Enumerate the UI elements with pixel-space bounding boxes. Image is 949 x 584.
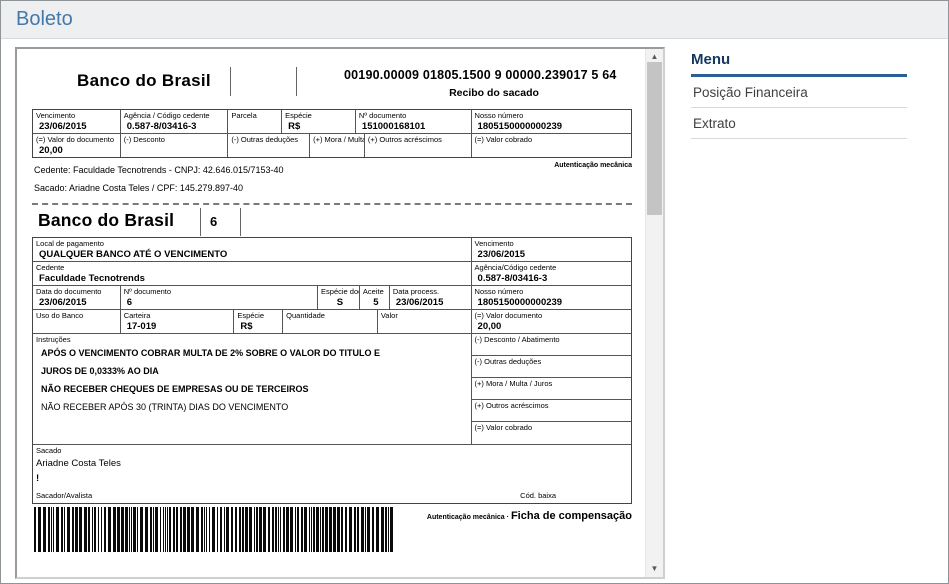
field-especie: Espécie R$ bbox=[282, 110, 356, 133]
field-outros-acrescimos: (+) Outros acréscimos bbox=[472, 400, 631, 422]
field-outros-acrescimos: (+) Outros acréscimos bbox=[365, 134, 472, 157]
scrollbar-thumb[interactable] bbox=[647, 62, 662, 215]
receipt-parties: Cedente: Faculdade Tecnotrends - CNPJ: 4… bbox=[32, 158, 632, 202]
field-aceite: Aceite 5 bbox=[360, 286, 390, 309]
field-cedente: Cedente Faculdade Tecnotrends bbox=[33, 262, 472, 285]
cedente-line: Cedente: Faculdade Tecnotrends - CNPJ: 4… bbox=[34, 165, 632, 175]
digitable-line: 00190.00009 01805.1500 9 00000.239017 5 … bbox=[344, 68, 617, 82]
field-instrucoes: Instruções APÓS O VENCIMENTO COBRAR MULT… bbox=[33, 334, 472, 444]
field-agencia-codigo-cedente: Agência / Código cedente 0.587-8/03416-3 bbox=[121, 110, 229, 133]
table-row: Local de pagamento QUALQUER BANCO ATÉ O … bbox=[33, 238, 631, 262]
field-valor-documento: (=) Valor documento 20,00 bbox=[472, 310, 631, 333]
table-row: Cedente Faculdade Tecnotrends Agência/Có… bbox=[33, 262, 631, 286]
bank-name: Banco do Brasil bbox=[38, 210, 174, 231]
field-valor-documento: (=) Valor do documento 20,00 bbox=[33, 134, 121, 157]
instruction-line: JUROS DE 0,0333% AO DIA bbox=[41, 366, 471, 376]
arrow-up-icon: ▲ bbox=[651, 52, 659, 61]
receipt-title: Recibo do sacado bbox=[344, 87, 644, 99]
divider bbox=[240, 208, 241, 236]
field-desconto: (-) Desconto bbox=[121, 134, 229, 157]
field-valor: Valor bbox=[378, 310, 472, 333]
sacado-line: Sacado: Ariadne Costa Teles / CPF: 145.2… bbox=[34, 183, 632, 193]
table-row: (=) Valor do documento 20,00 (-) Descont… bbox=[33, 134, 631, 157]
page-title: Boleto bbox=[1, 1, 73, 31]
table-row: Instruções APÓS O VENCIMENTO COBRAR MULT… bbox=[33, 334, 631, 445]
field-data-process: Data process. 23/06/2015 bbox=[390, 286, 472, 309]
barcode bbox=[34, 507, 396, 552]
field-mora-multa-juros: (+) Mora / Multa / Juros bbox=[472, 378, 631, 400]
field-especie: Espécie R$ bbox=[234, 310, 283, 333]
ficha-table: Local de pagamento QUALQUER BANCO ATÉ O … bbox=[32, 237, 632, 504]
auth-label: Autenticação mecânica bbox=[554, 162, 632, 169]
table-row: Data do documento 23/06/2015 Nº document… bbox=[33, 286, 631, 310]
field-local-pagamento: Local de pagamento QUALQUER BANCO ATÉ O … bbox=[33, 238, 472, 261]
vertical-scrollbar[interactable]: ▲ ▼ bbox=[645, 49, 663, 577]
field-nosso-numero: Nosso número 1805150000000239 bbox=[472, 110, 631, 133]
field-nosso-numero: Nosso número 1805150000000239 bbox=[472, 286, 631, 309]
ficha-compensacao-label: Ficha de compensação bbox=[511, 510, 632, 522]
separator: · bbox=[507, 514, 509, 521]
field-carteira: Carteira 17-019 bbox=[121, 310, 235, 333]
field-outras-deducoes: (-) Outras deduções bbox=[472, 356, 631, 378]
field-especie-doc: Espécie doc. S bbox=[318, 286, 360, 309]
boleto-preview-panel: Banco do Brasil 00190.00009 01805.1500 9… bbox=[15, 47, 665, 579]
arrow-down-icon: ▼ bbox=[651, 564, 659, 573]
sidebar-menu: Menu Posição Financeira Extrato bbox=[691, 51, 907, 139]
ficha-footer: Autenticação mecânica · Ficha de compens… bbox=[32, 507, 632, 559]
bank-name: Banco do Brasil bbox=[77, 71, 211, 91]
page-header: Boleto bbox=[1, 1, 948, 39]
receipt-header: Banco do Brasil 00190.00009 01805.1500 9… bbox=[32, 63, 632, 109]
field-mora-multa-juros: (+) Mora / Multa / Juros bbox=[310, 134, 365, 157]
field-vencimento: Vencimento 23/06/2015 bbox=[472, 238, 631, 261]
instruction-line: NÃO RECEBER CHEQUES DE EMPRESAS OU DE TE… bbox=[41, 384, 471, 394]
field-vencimento: Vencimento 23/06/2015 bbox=[33, 110, 121, 133]
sacado-extra: ! bbox=[36, 473, 631, 484]
cod-baixa-label: Cód. baixa bbox=[520, 491, 556, 500]
instruction-line: APÓS O VENCIMENTO COBRAR MULTA DE 2% SOB… bbox=[41, 348, 471, 358]
sacador-avalista-label: Sacador/Avalista bbox=[36, 491, 92, 500]
auth-label: Autenticação mecânica bbox=[427, 514, 505, 521]
field-valor-cobrado: (=) Valor cobrado bbox=[472, 134, 631, 157]
bank-code: 6 bbox=[210, 214, 217, 229]
field-outras-deducoes: (-) Outras deduções bbox=[228, 134, 310, 157]
boleto-scroll-area[interactable]: Banco do Brasil 00190.00009 01805.1500 9… bbox=[17, 49, 646, 577]
field-sacado: Sacado Ariadne Costa Teles ! Sacador/Ava… bbox=[33, 445, 631, 503]
field-quantidade: Quantidade bbox=[283, 310, 378, 333]
sacado-name: Ariadne Costa Teles bbox=[36, 458, 631, 469]
divider bbox=[200, 208, 201, 236]
table-row: Uso do Banco Carteira 17-019 Espécie R$ … bbox=[33, 310, 631, 334]
scroll-down-button[interactable]: ▼ bbox=[646, 561, 663, 577]
menu-item-extrato[interactable]: Extrato bbox=[691, 108, 907, 139]
field-parcela: Parcela bbox=[228, 110, 282, 133]
field-data-documento: Data do documento 23/06/2015 bbox=[33, 286, 121, 309]
field-numero-documento: Nº documento 6 bbox=[121, 286, 318, 309]
field-agencia-codigo-cedente: Agência/Código cedente 0.587-8/03416-3 bbox=[472, 262, 631, 285]
ficha-footer-labels: Autenticação mecânica · Ficha de compens… bbox=[427, 510, 632, 522]
menu-item-posicao-financeira[interactable]: Posição Financeira bbox=[691, 77, 907, 108]
sacado-footer: Sacador/Avalista Cód. baixa bbox=[36, 491, 625, 500]
field-desconto-abatimento: (-) Desconto / Abatimento bbox=[472, 334, 631, 356]
receipt-table: Vencimento 23/06/2015 Agência / Código c… bbox=[32, 109, 632, 158]
instruction-line: NÃO RECEBER APÓS 30 (TRINTA) DIAS DO VEN… bbox=[41, 402, 471, 412]
menu-title: Menu bbox=[691, 51, 907, 77]
divider bbox=[230, 67, 231, 96]
ficha-header: Banco do Brasil 6 bbox=[32, 205, 632, 237]
instruction-lines: APÓS O VENCIMENTO COBRAR MULTA DE 2% SOB… bbox=[36, 344, 471, 412]
boleto-document: Banco do Brasil 00190.00009 01805.1500 9… bbox=[32, 63, 632, 559]
divider bbox=[296, 67, 297, 96]
app-window: Boleto Banco do Brasil 00190.00009 01805… bbox=[0, 0, 949, 584]
ficha-side-fields: (-) Desconto / Abatimento (-) Outras ded… bbox=[472, 334, 631, 444]
field-valor-cobrado: (=) Valor cobrado bbox=[472, 422, 631, 444]
field-numero-documento: Nº documento 151000168101 bbox=[356, 110, 472, 133]
table-row: Vencimento 23/06/2015 Agência / Código c… bbox=[33, 110, 631, 134]
field-uso-banco: Uso do Banco bbox=[33, 310, 121, 333]
